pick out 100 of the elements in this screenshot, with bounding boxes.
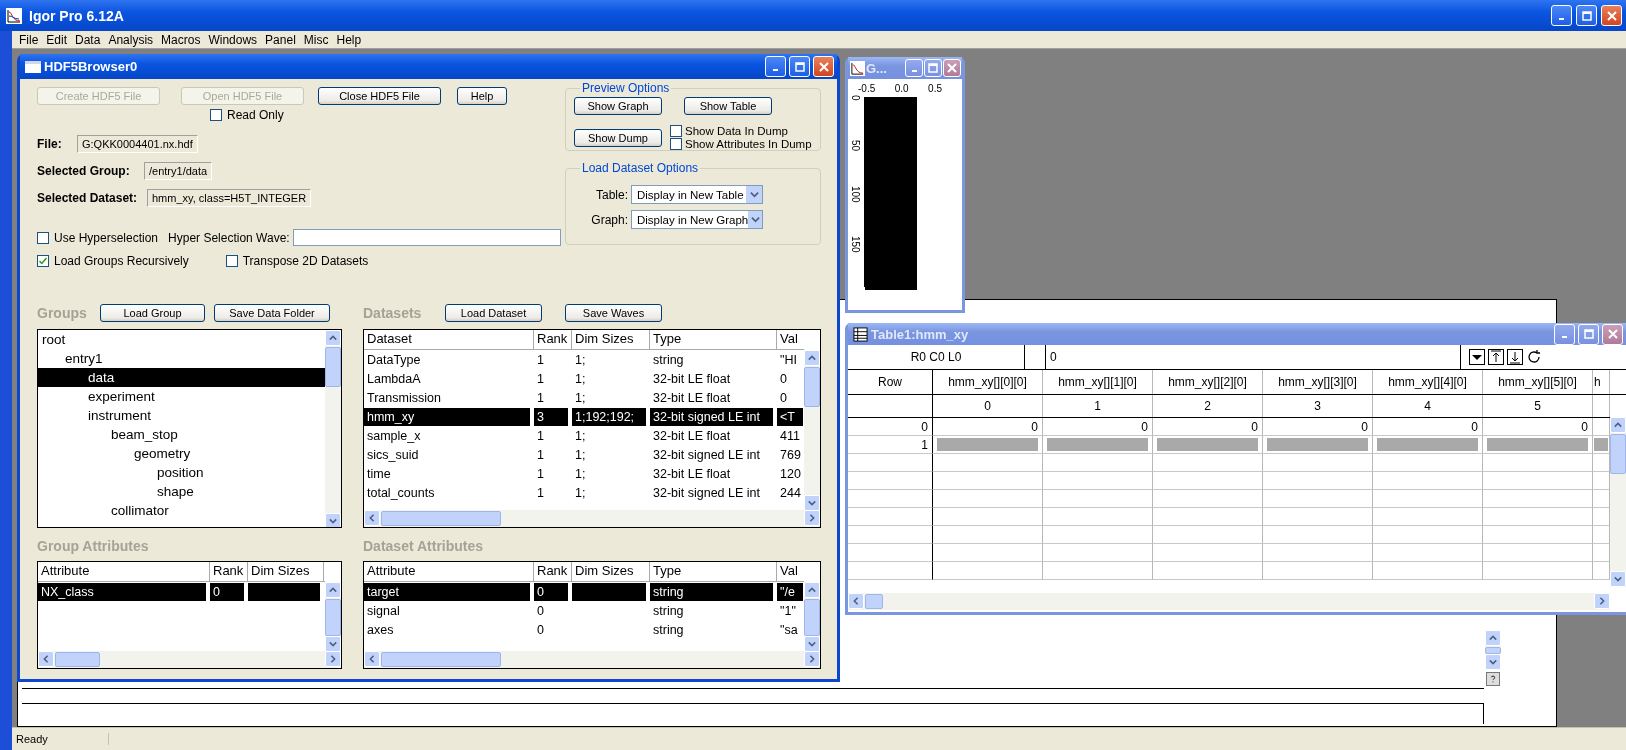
- checkbox[interactable]: [37, 255, 49, 267]
- push-button[interactable]: Help: [457, 87, 507, 105]
- push-button[interactable]: Save Data Folder: [214, 304, 330, 322]
- list-row[interactable]: LambdaA 1 1; 32-bit LE float 0: [364, 370, 804, 388]
- scrollbar-thumb[interactable]: [381, 652, 501, 667]
- scroll-up-button[interactable]: [804, 350, 820, 366]
- tree-item[interactable]: geometry: [38, 444, 325, 463]
- table-cell[interactable]: [933, 490, 1043, 508]
- push-button[interactable]: Load Dataset: [445, 304, 542, 322]
- table-cell[interactable]: [1153, 508, 1263, 526]
- tree-item[interactable]: position: [38, 463, 325, 482]
- vertical-scrollbar[interactable]: [1610, 417, 1626, 587]
- scrollbar-thumb[interactable]: [865, 594, 883, 609]
- vertical-scrollbar[interactable]: [325, 582, 341, 652]
- table-cell[interactable]: [1483, 562, 1593, 580]
- table-cell[interactable]: [1373, 454, 1483, 472]
- tree-item[interactable]: data: [38, 368, 325, 387]
- column-header[interactable]: Rank: [534, 330, 572, 349]
- scroll-up-button[interactable]: [1485, 630, 1501, 646]
- scrollbar-thumb[interactable]: [325, 347, 341, 387]
- selected-cell[interactable]: [1594, 438, 1608, 451]
- list-row[interactable]: sample_x 1 1; 32-bit LE float 411: [364, 427, 804, 445]
- table-cell[interactable]: [1043, 562, 1153, 580]
- scroll-left-button[interactable]: [848, 593, 864, 609]
- text-field[interactable]: [292, 229, 561, 246]
- list-row[interactable]: NX_class 0: [38, 583, 325, 601]
- menu-item[interactable]: File: [16, 32, 44, 47]
- checkbox[interactable]: [670, 138, 682, 150]
- column-header[interactable]: hmm_xy[][1][0]: [1043, 370, 1153, 394]
- tree-item[interactable]: root: [38, 330, 325, 349]
- insert-up-icon[interactable]: [1488, 349, 1504, 365]
- table-cell[interactable]: [1373, 544, 1483, 562]
- help-icon[interactable]: [1486, 672, 1500, 686]
- table-cell[interactable]: [1043, 526, 1153, 544]
- selected-cell[interactable]: [937, 438, 1038, 451]
- scroll-right-button[interactable]: [325, 651, 341, 667]
- table-cell[interactable]: [1153, 526, 1263, 544]
- checkbox[interactable]: [225, 255, 238, 267]
- refresh-icon[interactable]: [1526, 349, 1542, 365]
- push-button[interactable]: Load Group: [100, 304, 205, 322]
- table-cell[interactable]: [1483, 490, 1593, 508]
- column-header[interactable]: hmm_xy[][5][0]: [1483, 370, 1593, 394]
- scroll-right-button[interactable]: [1594, 593, 1610, 609]
- scrollbar-thumb[interactable]: [55, 652, 100, 667]
- column-header[interactable]: Type: [650, 562, 777, 581]
- menu-item[interactable]: Windows: [205, 32, 263, 47]
- table-cell[interactable]: [1263, 508, 1373, 526]
- vertical-scrollbar[interactable]: [804, 350, 820, 511]
- table-cell[interactable]: [1263, 544, 1373, 562]
- minimize-button[interactable]: [1551, 5, 1572, 26]
- dropdown[interactable]: Display in New Graph: [631, 210, 763, 229]
- scroll-up-button[interactable]: [804, 582, 820, 598]
- close-button[interactable]: [813, 56, 834, 77]
- tree-item[interactable]: entry1: [38, 349, 325, 368]
- scroll-right-button[interactable]: [804, 510, 820, 526]
- tree-item[interactable]: instrument: [38, 406, 325, 425]
- table-cell[interactable]: [1483, 508, 1593, 526]
- table-cell[interactable]: [1043, 472, 1153, 490]
- horizontal-scrollbar[interactable]: [364, 510, 820, 527]
- column-header[interactable]: Dim Sizes: [572, 562, 650, 581]
- list-row[interactable]: axes 0 string "sa: [364, 621, 804, 639]
- table-cell[interactable]: [1483, 454, 1593, 472]
- selected-cell[interactable]: [1157, 438, 1258, 451]
- maximize-button[interactable]: [1576, 5, 1597, 26]
- table-cell[interactable]: [1043, 508, 1153, 526]
- checkbox[interactable]: [37, 231, 49, 244]
- table-cell[interactable]: 0: [933, 418, 1043, 436]
- scroll-down-button[interactable]: [804, 495, 820, 511]
- menu-item[interactable]: Macros: [158, 32, 206, 47]
- scroll-up-button[interactable]: [325, 330, 341, 346]
- horizontal-scrollbar[interactable]: [848, 593, 1610, 610]
- column-header[interactable]: Dim Sizes: [572, 330, 650, 349]
- table-cell[interactable]: [1263, 454, 1373, 472]
- table-cell[interactable]: [1043, 490, 1153, 508]
- vertical-scrollbar[interactable]: [325, 330, 341, 527]
- table-cell[interactable]: [1483, 544, 1593, 562]
- push-button[interactable]: Show Dump: [574, 128, 662, 147]
- horizontal-scrollbar[interactable]: [364, 651, 820, 668]
- table-cell[interactable]: 0: [1263, 418, 1373, 436]
- push-button[interactable]: Show Table: [684, 97, 772, 115]
- minimize-button[interactable]: [765, 56, 786, 77]
- list-row[interactable]: Transmission 1 1; 32-bit LE float 0: [364, 389, 804, 407]
- scroll-left-button[interactable]: [364, 510, 380, 526]
- scroll-down-button[interactable]: [1610, 571, 1626, 587]
- list-row[interactable]: hmm_xy 3 1;192;192; 32-bit signed LE int <T: [364, 408, 804, 426]
- selected-cell[interactable]: [1267, 438, 1368, 451]
- column-header[interactable]: Type: [650, 330, 777, 349]
- column-header[interactable]: hmm_xy[][3][0]: [1263, 370, 1373, 394]
- scroll-up-button[interactable]: [325, 582, 341, 598]
- menu-item[interactable]: Analysis: [105, 32, 159, 47]
- tree-item[interactable]: beam_stop: [38, 425, 325, 444]
- table-cell[interactable]: [1483, 472, 1593, 490]
- cell-entry-field[interactable]: 0: [1046, 345, 1461, 369]
- table-cell[interactable]: 0: [1373, 418, 1483, 436]
- scroll-up-button[interactable]: [1610, 417, 1626, 433]
- list-row[interactable]: sics_suid 1 1; 32-bit signed LE int 769: [364, 446, 804, 464]
- scrollbar-thumb[interactable]: [325, 599, 341, 636]
- push-button[interactable]: Save Waves: [565, 304, 662, 322]
- table-cell[interactable]: [1043, 454, 1153, 472]
- maximize-button[interactable]: [789, 56, 810, 77]
